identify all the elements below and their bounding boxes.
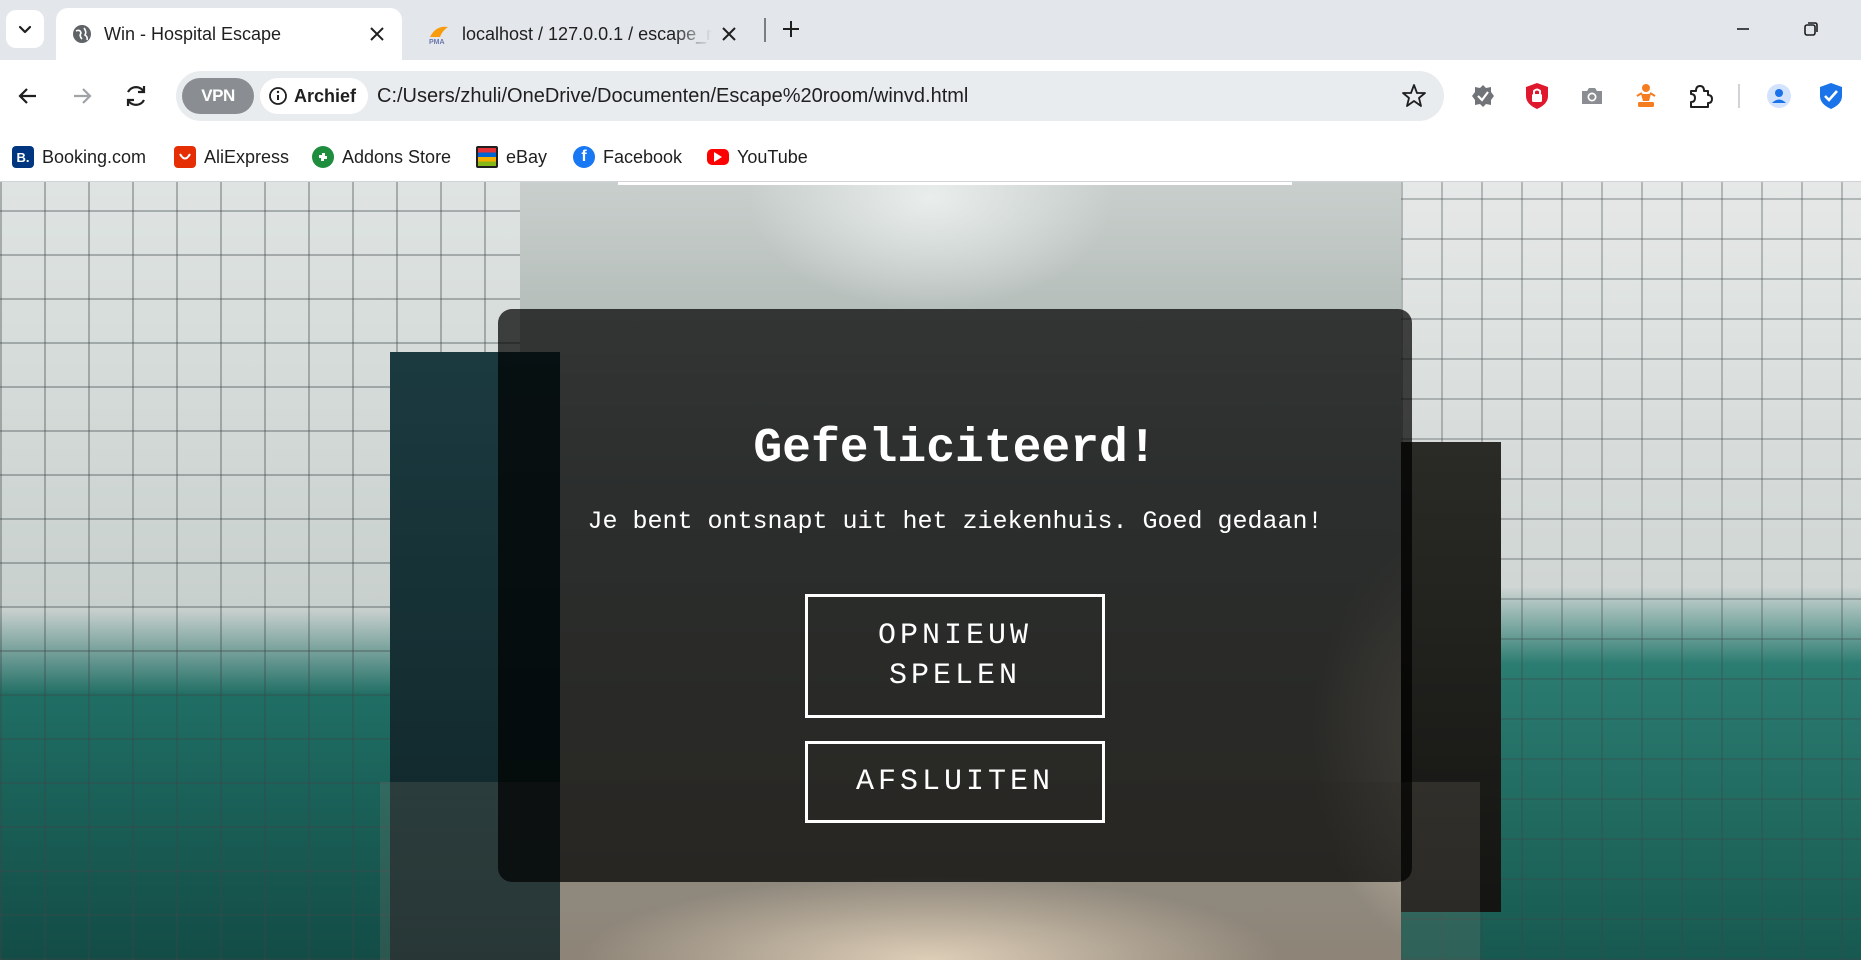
close-tab-icon[interactable] [718,23,740,45]
site-info-chip[interactable]: Archief [260,78,369,114]
extension-shield-check[interactable] [1466,79,1500,113]
win-message: Je bent ontsnapt uit het ziekenhuis. Goe… [587,507,1323,536]
ebay-icon [476,146,498,168]
bookmarks-bar: B. Booking.com AliExpress Addons Store e… [0,132,1861,182]
tab-localhost-escape-room[interactable]: PMA localhost / 127.0.0.1 / escape_room [414,8,754,60]
addons-store-icon [312,146,334,168]
lock-extension-icon [1526,83,1548,109]
bookmark-label: YouTube [737,146,808,167]
vpn-label: VPN [201,86,235,105]
arrow-left-icon [18,88,36,104]
tab-search-button[interactable] [6,10,44,48]
globe-icon [70,22,94,46]
extensions-button[interactable] [1683,79,1717,113]
bookmark-youtube[interactable]: YouTube [707,144,808,170]
bookmark-label: Facebook [603,146,683,167]
bookmark-label: AliExpress [204,146,290,167]
bookmark-star-button[interactable] [1400,82,1428,110]
reload-button[interactable] [118,78,154,114]
site-info-label: Archief [294,85,357,106]
bookmark-label: Addons Store [342,146,452,167]
page-background: Gefeliciteerd! Je bent ontsnapt uit het … [0,182,1861,960]
bookmark-label: Booking.com [42,146,147,167]
extension-chess[interactable] [1629,79,1663,113]
bookmark-aliexpress[interactable]: AliExpress [174,144,289,170]
bookmark-label: eBay [506,146,548,167]
address-bar[interactable]: VPN Archief C:/Users/zhuli/OneDrive/Docu… [176,71,1444,121]
security-shield-icon [1820,83,1842,109]
extension-camera[interactable] [1575,79,1609,113]
puzzle-icon [1690,85,1713,108]
forward-button[interactable] [64,78,100,114]
chevron-down-icon [18,25,32,34]
bookmark-ebay[interactable]: eBay [476,144,547,170]
tab-win-hospital-escape[interactable]: Win - Hospital Escape [56,8,402,60]
tab-title: localhost / 127.0.0.1 / escape_room [462,24,712,44]
svg-text:PMA: PMA [429,39,445,45]
extension-security[interactable] [1814,79,1848,113]
youtube-icon [707,149,729,165]
reload-icon [126,86,146,106]
arrow-right-icon [74,88,92,104]
toolbar-separator [1738,84,1740,108]
close-tab-icon[interactable] [366,23,388,45]
restore-button[interactable] [1796,14,1826,44]
win-title: Gefeliciteerd! [753,422,1157,476]
camera-icon [1582,88,1602,104]
bookmark-addons-store[interactable]: Addons Store [312,144,451,170]
quit-button[interactable]: AFSLUITEN [805,741,1105,823]
plus-icon [783,21,799,37]
browser-toolbar: VPN Archief C:/Users/zhuli/OneDrive/Docu… [0,60,1861,132]
play-again-button[interactable]: OPNIEUW SPELEN [805,594,1105,718]
tab-strip: Win - Hospital Escape PMA localhost / 12… [0,0,1861,60]
star-icon [1402,84,1426,107]
restore-icon [1804,22,1818,36]
phpmyadmin-icon: PMA [428,22,452,46]
profile-button[interactable] [1762,79,1796,113]
booking-icon: B. [12,146,34,168]
minimize-button[interactable] [1728,14,1758,44]
facebook-icon: f [573,146,595,168]
minimize-icon [1737,28,1749,30]
chess-pawn-icon [1636,84,1656,107]
back-button[interactable] [10,78,46,114]
extension-lock[interactable] [1520,79,1554,113]
url-text[interactable]: C:/Users/zhuli/OneDrive/Documenten/Escap… [377,84,968,108]
tab-separator [764,18,766,42]
top-light-strip [618,182,1292,185]
win-dialog: Gefeliciteerd! Je bent ontsnapt uit het … [498,309,1412,882]
shield-check-icon [1472,85,1494,107]
vpn-button[interactable]: VPN [182,78,254,114]
profile-icon [1767,84,1791,108]
info-icon [269,87,287,105]
bookmark-facebook[interactable]: f Facebook [573,144,682,170]
aliexpress-icon [174,146,196,168]
new-tab-button[interactable] [776,14,806,44]
bookmark-booking[interactable]: B. Booking.com [12,144,146,170]
tab-title: Win - Hospital Escape [104,24,282,44]
